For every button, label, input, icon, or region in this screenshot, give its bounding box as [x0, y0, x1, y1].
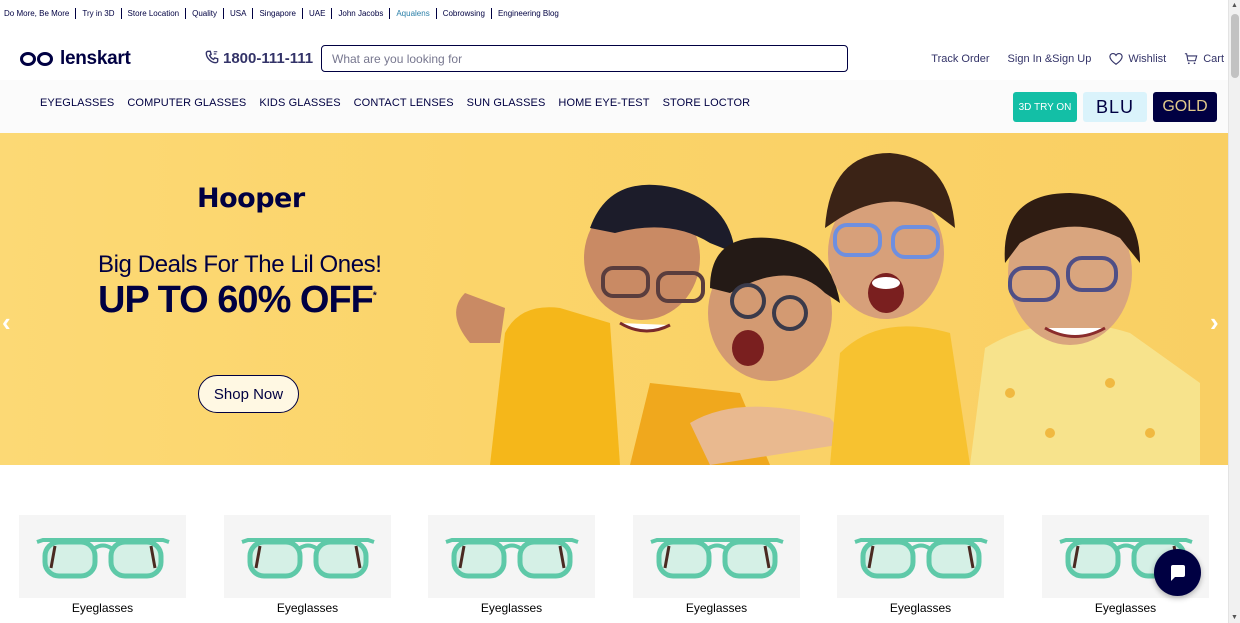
category-label: Eyeglasses: [685, 601, 748, 615]
topbar-link-cobrowsing[interactable]: Cobrowsing: [437, 7, 492, 19]
top-utility-bar: Do More, Be More Try in 3D Store Locatio…: [0, 0, 1228, 26]
banner-headline-mark: *: [372, 290, 377, 302]
phone-number[interactable]: 1800-111-111: [205, 50, 313, 67]
phone-icon: [205, 50, 219, 67]
topbar-link-usa[interactable]: USA: [224, 7, 254, 19]
cart-icon: [1185, 53, 1198, 65]
kid-4: [970, 193, 1200, 465]
carousel-prev-arrow[interactable]: ‹: [2, 307, 11, 338]
banner-subline: Big Deals For The Lil Ones!: [98, 251, 382, 278]
hero-banner[interactable]: Hooper Big Deals For The Lil Ones! UP TO…: [0, 133, 1228, 465]
topbar-link-quality[interactable]: Quality: [186, 7, 225, 19]
topbar-link-store-location[interactable]: Store Location: [122, 7, 187, 19]
shop-now-button[interactable]: Shop Now: [198, 375, 299, 413]
scroll-down-arrow[interactable]: ▼: [1231, 614, 1238, 621]
nav-item-sun-glasses[interactable]: SUN GLASSES: [467, 97, 546, 109]
category-label: Eyeglasses: [480, 601, 543, 615]
nav-item-computer-glasses[interactable]: COMPUTER GLASSES: [127, 97, 246, 109]
kid-3: [825, 153, 970, 465]
search-input[interactable]: [321, 45, 848, 72]
hooper-brand-logo: Hooper: [197, 183, 305, 214]
lenskart-logo[interactable]: lenskart: [20, 48, 131, 70]
topbar-link-singapore[interactable]: Singapore: [253, 7, 303, 19]
topbar-link-try-3d[interactable]: Try in 3D: [76, 7, 122, 19]
nav-item-kids-glasses[interactable]: KIDS GLASSES: [259, 97, 340, 109]
banner-headline-text: UP TO 60% OFF: [98, 279, 374, 321]
lenskart-glasses-icon: [20, 51, 56, 67]
category-card-eyeglasses-1[interactable]: Eyeglasses: [19, 515, 186, 615]
scroll-up-arrow[interactable]: ▲: [1231, 2, 1238, 9]
eyeglasses-image: [428, 515, 595, 598]
kids-photo: [456, 153, 1200, 465]
topbar-link-aqualens[interactable]: Aqualens: [390, 7, 437, 19]
category-label: Eyeglasses: [889, 601, 952, 615]
track-order-link[interactable]: Track Order: [931, 53, 989, 65]
chat-bubble-icon: [1170, 564, 1185, 581]
nav-item-store-locator[interactable]: STORE LOCTOR: [663, 97, 751, 109]
scrollbar-thumb[interactable]: [1231, 14, 1239, 78]
category-card-eyeglasses-5[interactable]: Eyeglasses: [837, 515, 1004, 615]
category-label: Eyeglasses: [1094, 601, 1157, 615]
category-card-eyeglasses-2[interactable]: Eyeglasses: [224, 515, 391, 615]
category-card-eyeglasses-3[interactable]: Eyeglasses: [428, 515, 595, 615]
wishlist-label: Wishlist: [1128, 53, 1167, 65]
eyeglasses-image: [224, 515, 391, 598]
cart-label: Cart: [1203, 53, 1224, 65]
logo-text: lenskart: [60, 48, 131, 69]
phone-number-text: 1800-111-111: [223, 50, 314, 67]
sign-in-link[interactable]: Sign In &Sign Up: [1008, 53, 1092, 65]
nav-item-eyeglasses[interactable]: EYEGLASSES: [40, 97, 114, 109]
page-scrollbar[interactable]: ▲ ▼: [1228, 0, 1240, 623]
topbar-link-do-more[interactable]: Do More, Be More: [4, 7, 77, 19]
cart-link[interactable]: Cart: [1184, 52, 1224, 66]
carousel-next-arrow[interactable]: ›: [1210, 307, 1219, 338]
blu-button[interactable]: BLU: [1083, 92, 1147, 122]
header-actions: Track Order Sign In &Sign Up Wishlist Ca…: [931, 52, 1228, 66]
nav-item-contact-lenses[interactable]: CONTACT LENSES: [354, 97, 454, 109]
topbar-link-engineering-blog[interactable]: Engineering Blog: [492, 8, 565, 19]
nav-item-home-eye-test[interactable]: HOME EYE-TEST: [558, 97, 649, 109]
wishlist-link[interactable]: Wishlist: [1109, 52, 1166, 66]
topbar-link-uae[interactable]: UAE: [303, 7, 333, 19]
gold-button[interactable]: GOLD: [1153, 92, 1217, 122]
category-card-eyeglasses-4[interactable]: Eyeglasses: [633, 515, 800, 615]
eyeglasses-image: [19, 515, 186, 598]
main-nav: EYEGLASSES COMPUTER GLASSES KIDS GLASSES…: [0, 80, 1228, 133]
chat-button[interactable]: [1154, 549, 1201, 596]
eyeglasses-image: [633, 515, 800, 598]
site-header: lenskart 1800-111-111 Track Order Sign I…: [0, 26, 1228, 80]
category-label: Eyeglasses: [276, 601, 339, 615]
topbar-link-john-jacobs[interactable]: John Jacobs: [332, 7, 391, 19]
try-3d-button[interactable]: 3D TRY ON: [1013, 92, 1077, 122]
banner-headline: UP TO 60% OFF*: [98, 279, 377, 322]
eyeglasses-image: [837, 515, 1004, 598]
category-label: Eyeglasses: [71, 601, 134, 615]
heart-icon: [1109, 53, 1124, 65]
